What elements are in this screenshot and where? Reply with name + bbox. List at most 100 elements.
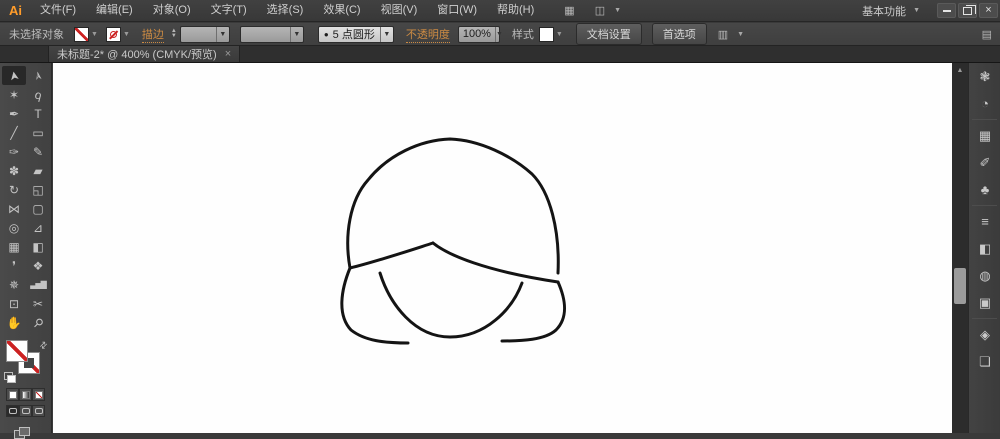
tool-scale[interactable]: ◱	[26, 180, 50, 199]
workspace-switcher[interactable]: 基本功能	[858, 3, 910, 19]
stroke-color-swatch[interactable]	[106, 27, 121, 42]
tool-magic-wand[interactable]: ✶	[2, 85, 26, 104]
restore-icon	[963, 7, 972, 15]
panel-color-guide-button[interactable]: ◔	[969, 90, 1000, 117]
vertical-scrollbar[interactable]: ▲	[952, 63, 968, 433]
preferences-button[interactable]: 首选项	[652, 23, 707, 45]
tab-close-icon[interactable]: ×	[225, 48, 231, 60]
scroll-up-icon[interactable]: ▲	[952, 63, 968, 74]
stroke-panel-link[interactable]: 描边	[142, 26, 164, 43]
menu-type[interactable]: 文字(T)	[201, 0, 257, 21]
tool-hand[interactable]: ✋	[2, 313, 26, 332]
tool-line-segment[interactable]: ╱	[2, 123, 26, 142]
menu-file[interactable]: 文件(F)	[30, 0, 86, 21]
fill-swatch[interactable]	[6, 340, 28, 362]
swap-fill-stroke-icon[interactable]: ⇄	[38, 339, 51, 352]
tool-symbol-sprayer[interactable]: ✵	[2, 275, 26, 294]
panel-transparency-button[interactable]: ◍	[969, 262, 1000, 289]
tool-column-graph[interactable]: ▃▅▇	[26, 275, 50, 294]
width-profile-select[interactable]: ▼	[240, 26, 304, 43]
style-arrow-icon[interactable]: ▼	[556, 31, 563, 38]
tool-pencil[interactable]: ✎	[26, 142, 50, 161]
default-fill-stroke-icon[interactable]	[4, 372, 13, 380]
stroke-weight-stepper[interactable]: ▲ ▼	[171, 29, 177, 39]
panel-stroke-button[interactable]: ≡	[969, 208, 1000, 235]
opacity-select[interactable]: 100% ▼	[458, 26, 500, 43]
tool-type[interactable]: T	[26, 104, 50, 123]
tool-slice[interactable]: ✂	[26, 294, 50, 313]
tool-pen[interactable]: ✒	[2, 104, 26, 123]
control-extra-icon[interactable]: ▥	[712, 28, 734, 41]
tool-direct-selection[interactable]: ➢	[26, 66, 50, 85]
color-mode-button[interactable]	[6, 388, 19, 401]
brush-definition-arrow-icon[interactable]: ▼	[380, 27, 393, 42]
control-extra-arrow-icon[interactable]: ▼	[734, 31, 747, 38]
panel-artboards-button[interactable]: ❏	[969, 348, 1000, 375]
tool-rotate[interactable]: ↻	[2, 180, 26, 199]
screen-mode-button[interactable]	[14, 427, 30, 439]
tool-rectangle[interactable]: ▭	[26, 123, 50, 142]
document-setup-button[interactable]: 文档设置	[576, 23, 642, 45]
dock-separator	[972, 205, 997, 206]
menu-select[interactable]: 选择(S)	[257, 0, 314, 21]
panel-swatches-button[interactable]: ▦	[969, 122, 1000, 149]
tool-width[interactable]: ⋈	[2, 199, 26, 218]
panel-gradient-button[interactable]: ◧	[969, 235, 1000, 262]
arrange-documents-arrow-icon[interactable]: ▼	[611, 7, 624, 14]
panel-brushes-button[interactable]: ✐	[969, 149, 1000, 176]
tool-eyedropper[interactable]: ❜	[2, 256, 26, 275]
panel-color-button[interactable]: ❃	[969, 63, 1000, 90]
minimize-button[interactable]	[937, 3, 956, 18]
tool-selection[interactable]: ➤	[2, 66, 26, 85]
menu-object[interactable]: 对象(O)	[143, 0, 201, 21]
control-bar-menu-icon[interactable]: ▤	[982, 28, 992, 41]
tool-lasso[interactable]: ρ	[26, 85, 50, 104]
panel-layers-button[interactable]: ◈	[969, 321, 1000, 348]
draw-behind-button[interactable]	[19, 405, 32, 417]
restore-button[interactable]	[958, 3, 977, 18]
stroke-swatch-arrow-icon[interactable]: ▼	[123, 31, 130, 38]
arrange-documents-icon[interactable]: ◫	[589, 4, 611, 17]
tool-zoom[interactable]: ⚲	[26, 313, 50, 332]
tool-blend[interactable]: ❖	[26, 256, 50, 275]
tool-artboard[interactable]: ⊡	[2, 294, 26, 313]
close-button[interactable]: ×	[979, 3, 998, 18]
menu-view[interactable]: 视图(V)	[371, 0, 428, 21]
panel-symbols-button[interactable]: ♣	[969, 176, 1000, 203]
menu-help[interactable]: 帮助(H)	[487, 0, 544, 21]
opacity-panel-link[interactable]: 不透明度	[406, 26, 450, 43]
workspace-arrow-icon[interactable]: ▼	[910, 7, 923, 14]
menu-effect[interactable]: 效果(C)	[313, 0, 370, 21]
gradient-mode-button[interactable]	[19, 388, 32, 401]
tool-mesh[interactable]: ▦	[2, 237, 26, 256]
fill-swatch-arrow-icon[interactable]: ▼	[91, 31, 98, 38]
draw-normal-button[interactable]	[6, 405, 19, 417]
document-tab[interactable]: 未标题-2* @ 400% (CMYK/预览) ×	[48, 46, 240, 62]
tool-eraser[interactable]: ▰	[26, 161, 50, 180]
tool-paintbrush[interactable]: ✑	[2, 142, 26, 161]
style-swatch[interactable]	[539, 27, 554, 42]
tool-shape-builder[interactable]: ◎	[2, 218, 26, 237]
none-mode-button[interactable]	[32, 388, 45, 401]
brush-definition-select[interactable]: ● 5 点圆形 ▼	[318, 26, 394, 43]
tool-gradient[interactable]: ◧	[26, 237, 50, 256]
gradient-panel-icon: ◧	[979, 241, 991, 257]
scrollbar-thumb[interactable]	[954, 268, 966, 304]
stroke-weight-select[interactable]: ▼	[180, 26, 230, 43]
opacity-arrow-icon[interactable]: ▼	[495, 27, 503, 42]
draw-inside-button[interactable]	[32, 405, 45, 417]
width-profile-arrow-icon[interactable]: ▼	[290, 27, 303, 42]
color-mode-icon	[9, 391, 17, 399]
tool-free-transform[interactable]: ▢	[26, 199, 50, 218]
bridge-icon[interactable]: ▦	[558, 4, 580, 17]
panel-appearance-button[interactable]: ▣	[969, 289, 1000, 316]
fill-color-swatch[interactable]	[74, 27, 89, 42]
artboard-canvas[interactable]	[53, 63, 952, 433]
stepper-down-icon[interactable]: ▼	[171, 34, 177, 39]
menu-window[interactable]: 窗口(W)	[427, 0, 487, 21]
stroke-weight-arrow-icon[interactable]: ▼	[216, 27, 229, 42]
menu-edit[interactable]: 编辑(E)	[86, 0, 143, 21]
tool-blob-brush[interactable]: ✽	[2, 161, 26, 180]
tool-perspective-grid[interactable]: ⊿	[26, 218, 50, 237]
rotate-icon: ↻	[9, 184, 19, 196]
